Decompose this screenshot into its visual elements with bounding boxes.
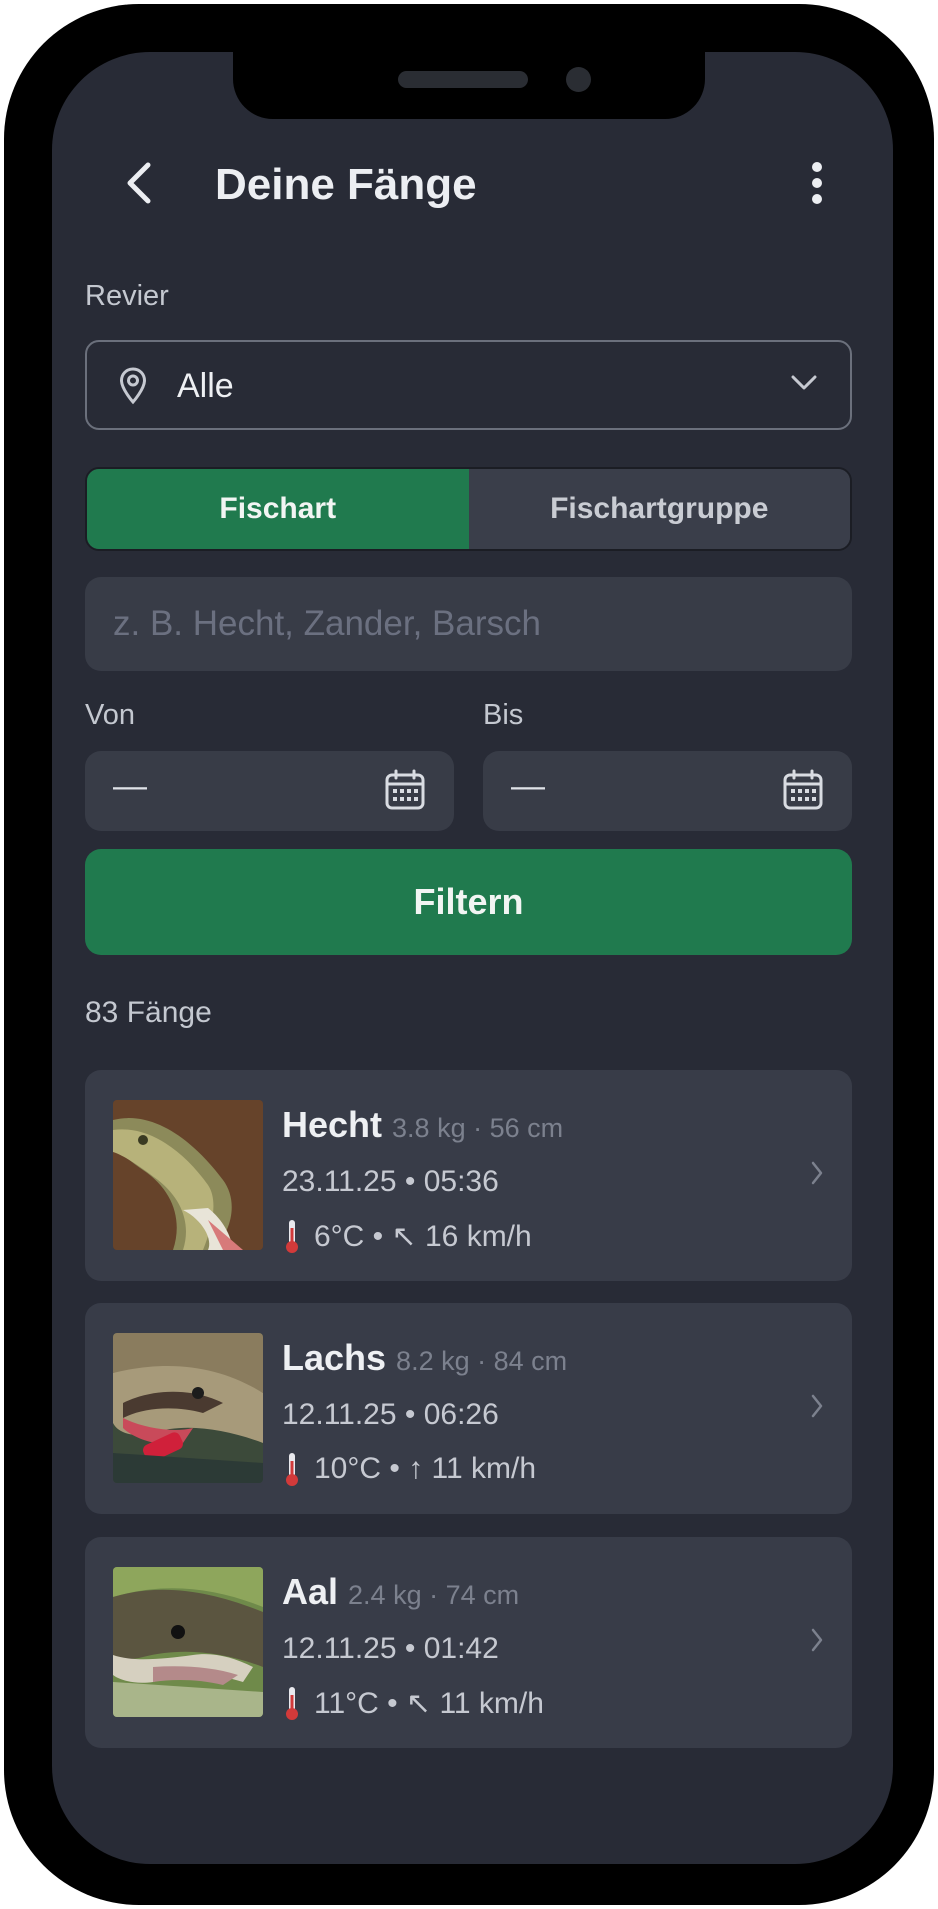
catch-photo bbox=[113, 1333, 263, 1483]
app-screen: Deine Fänge Revier Alle Fischart Fischar… bbox=[52, 52, 893, 1864]
speaker bbox=[398, 71, 528, 88]
tab-fischart[interactable]: Fischart bbox=[87, 469, 469, 549]
weather-info: 10°C • ↑ 11 km/h bbox=[314, 1452, 537, 1485]
weather-info: 6°C • ↖ 16 km/h bbox=[314, 1219, 532, 1253]
catch-card-lachs[interactable]: Lachs 8.2 kg · 84 cm 12.11.25 • 06:26 10°… bbox=[85, 1303, 852, 1514]
revier-label: Revier bbox=[85, 280, 169, 312]
app-header: Deine Fänge bbox=[52, 142, 893, 222]
tab-fischartgruppe[interactable]: Fischartgruppe bbox=[468, 469, 850, 549]
catch-details: 3.8 kg · 56 cm bbox=[392, 1113, 564, 1143]
catch-card-aal[interactable]: Aal 2.4 kg · 74 cm 12.11.25 • 01:42 11°C … bbox=[85, 1537, 852, 1748]
page-title: Deine Fänge bbox=[215, 160, 477, 209]
bis-date-field[interactable]: — bbox=[483, 751, 852, 831]
species-name: Hecht bbox=[282, 1104, 383, 1145]
thermometer-icon bbox=[286, 1220, 298, 1253]
catch-card-hecht[interactable]: Hecht 3.8 kg · 56 cm 23.11.25 • 05:36 6°C… bbox=[85, 1070, 852, 1281]
von-date-field[interactable]: — bbox=[85, 751, 454, 831]
catch-datetime: 12.11.25 • 06:26 bbox=[282, 1398, 499, 1431]
species-search-input[interactable] bbox=[85, 577, 852, 671]
bis-date-value: — bbox=[511, 767, 545, 805]
species-name: Lachs bbox=[282, 1337, 387, 1378]
filter-button[interactable]: Filtern bbox=[85, 849, 852, 955]
location-pin-icon bbox=[119, 367, 147, 405]
catch-count: 83 Fänge bbox=[85, 996, 212, 1029]
von-date-value: — bbox=[113, 767, 147, 805]
more-options-button[interactable] bbox=[797, 158, 837, 208]
thermometer-icon bbox=[286, 1687, 298, 1720]
catch-datetime: 23.11.25 • 05:36 bbox=[282, 1165, 499, 1198]
bis-label: Bis bbox=[483, 699, 524, 731]
more-vertical-icon bbox=[812, 162, 822, 204]
species-mode-toggle: Fischart Fischartgruppe bbox=[85, 467, 852, 551]
chevron-right-icon bbox=[811, 1394, 823, 1418]
back-button[interactable] bbox=[114, 158, 164, 208]
back-arrow-icon bbox=[127, 162, 151, 204]
revier-value: Alle bbox=[177, 367, 234, 405]
thermometer-icon bbox=[286, 1453, 298, 1486]
calendar-icon bbox=[385, 769, 425, 810]
weather-info: 11°C • ↖ 11 km/h bbox=[314, 1686, 544, 1720]
revier-select[interactable]: Alle bbox=[85, 340, 852, 430]
von-label: Von bbox=[85, 699, 135, 731]
phone-frame: Deine Fänge Revier Alle Fischart Fischar… bbox=[4, 4, 934, 1905]
catch-photo bbox=[113, 1100, 263, 1250]
chevron-right-icon bbox=[811, 1628, 823, 1652]
catch-details: 2.4 kg · 74 cm bbox=[348, 1580, 520, 1610]
catch-datetime: 12.11.25 • 01:42 bbox=[282, 1632, 499, 1665]
catch-details: 8.2 kg · 84 cm bbox=[396, 1346, 568, 1376]
chevron-down-icon bbox=[791, 375, 817, 390]
species-name: Aal bbox=[282, 1571, 339, 1612]
front-camera bbox=[566, 67, 591, 92]
notch bbox=[233, 52, 705, 119]
chevron-right-icon bbox=[811, 1161, 823, 1185]
catch-photo bbox=[113, 1567, 263, 1717]
calendar-icon bbox=[783, 769, 823, 810]
